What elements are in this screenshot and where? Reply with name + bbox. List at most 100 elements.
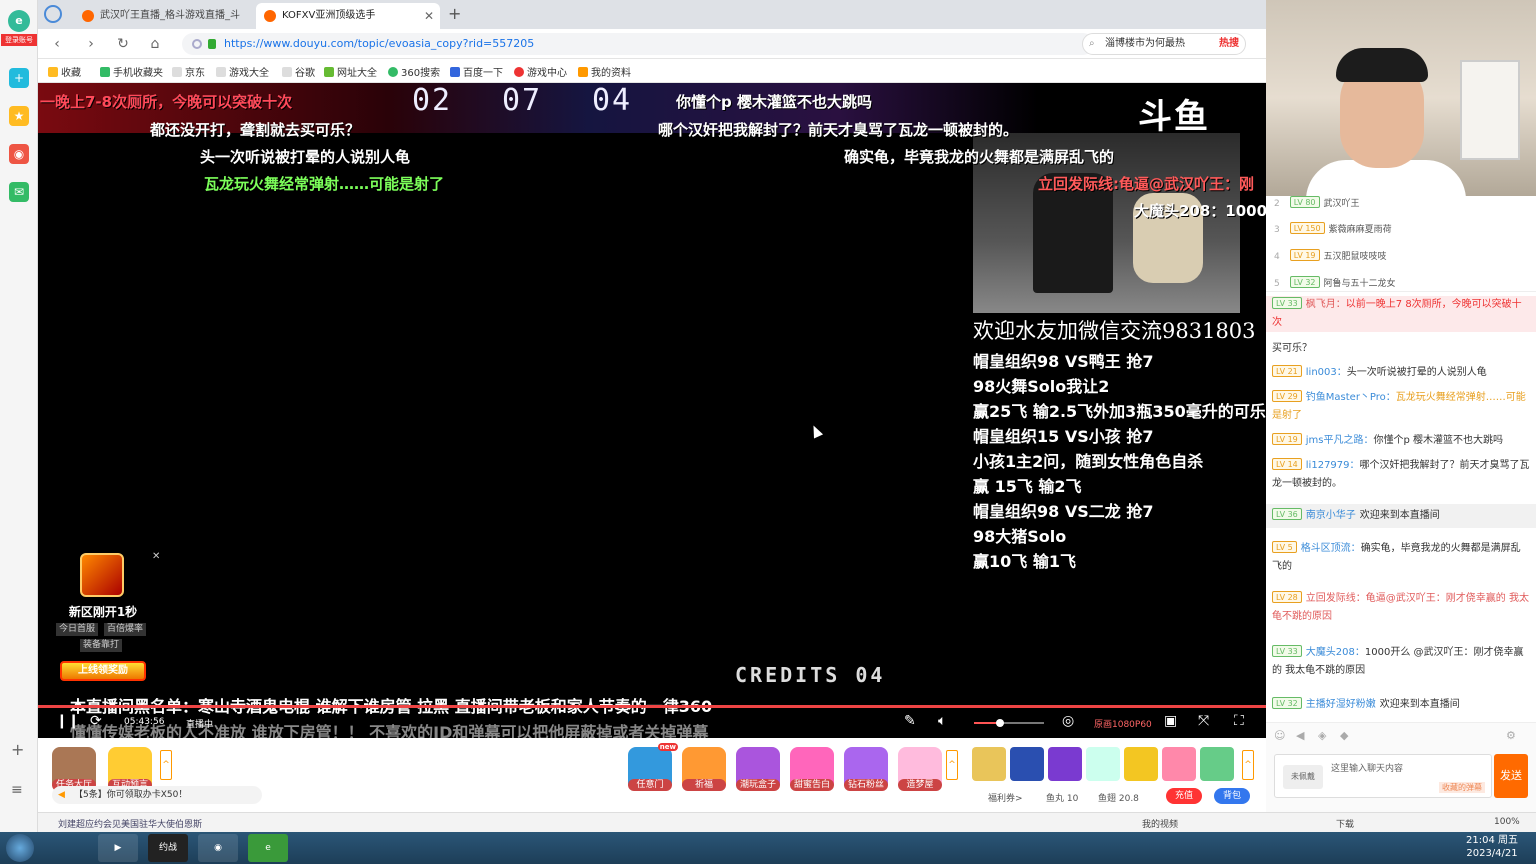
notice-banner[interactable]: ◀ 【5条】你可领取办卡X50！ (52, 786, 262, 804)
gift-item[interactable] (1200, 747, 1234, 781)
home-icon[interactable]: ⌂ (146, 35, 164, 53)
gift-item[interactable] (1124, 747, 1158, 781)
menu-icon[interactable]: ≡ (11, 782, 23, 798)
diamond-fans-button[interactable]: 钻石粉丝 (844, 747, 888, 791)
close-icon[interactable]: ✕ (152, 551, 160, 562)
pause-icon[interactable]: ❙❙ (56, 713, 79, 729)
danmaku-toggle-icon[interactable]: ◎ (1062, 713, 1074, 729)
star-icon[interactable]: ★ (9, 106, 29, 126)
rank-item[interactable]: 2 LV 80 武汉吖王 (1274, 192, 1528, 216)
bookmark-favorites[interactable]: 收藏 (48, 64, 81, 79)
new-tab-button[interactable]: + (448, 4, 461, 23)
toy-box-button[interactable]: 潮玩盒子 (736, 747, 780, 791)
gift-item[interactable] (1010, 747, 1044, 781)
info-line: 欢迎水友加微信交流9831803 (973, 319, 1256, 343)
sweet-confession-button[interactable]: 甜蜜告白 (790, 747, 834, 791)
browser-home-icon[interactable] (44, 5, 62, 23)
bookmark-hao[interactable]: 网址大全 (324, 64, 377, 79)
search-input[interactable]: ⌕ 淄博楼市为何最热 热搜 (1082, 33, 1246, 55)
mail-icon[interactable]: ✉ (9, 182, 29, 202)
emoji-icon[interactable]: ☺ (1274, 729, 1285, 742)
plus-app-icon[interactable]: + (9, 68, 29, 88)
rank-item[interactable]: 3 LV 150 紫薇麻麻夏雨荷 (1274, 218, 1528, 242)
add-icon[interactable]: + (11, 740, 24, 759)
volume-icon[interactable]: 🔈︎ (938, 713, 946, 729)
dream-house-button[interactable]: 造梦屋 (898, 747, 942, 791)
color-icon[interactable]: ◆ (1340, 729, 1348, 742)
bookmark-google[interactable]: 谷歌 (282, 64, 315, 79)
zoom-level[interactable]: 100% (1494, 817, 1520, 827)
start-button[interactable] (6, 834, 34, 862)
download-link[interactable]: 下载 (1336, 817, 1354, 830)
bookmark-mobile[interactable]: 手机收藏夹 (100, 64, 163, 79)
volume-slider[interactable] (974, 719, 1044, 727)
megaphone-icon[interactable]: ◀ (1296, 729, 1304, 742)
info-line: 帽皇组织98 VS二龙 抢7 (973, 502, 1154, 521)
refresh-icon[interactable]: ⟳ (90, 713, 102, 729)
task-hall-button[interactable]: 任务大厅 (52, 747, 96, 791)
prediction-button[interactable]: 互动预言 (108, 747, 152, 791)
fish-wing-count: 鱼翅 20.8 (1098, 794, 1139, 804)
pip-icon[interactable]: ▣ (1164, 713, 1177, 729)
news-ticker[interactable]: 刘建超应约会见美国驻华大使伯恩斯 (58, 817, 202, 830)
tab-wuhan-yawang[interactable]: 武汉吖王直播_格斗游戏直播_斗 (74, 3, 254, 29)
my-video-link[interactable]: 我的视频 (1142, 817, 1178, 830)
bookmark-game-center[interactable]: 游戏中心 (514, 64, 567, 79)
promo-claim-button[interactable]: 上线领奖励 (60, 661, 146, 681)
bookmark-my-data[interactable]: 我的资料 (578, 64, 631, 79)
edit-icon[interactable]: ✎ (904, 713, 916, 729)
chevron-icon[interactable]: ^ (1242, 750, 1254, 780)
video-player[interactable]: 02 07 04 斗鱼 一晚上7-8次厕所，今晚可以突破十次 你懂个p 樱木灌篮… (38, 83, 1266, 738)
bag-button[interactable]: 背包 (1214, 788, 1250, 804)
game-promo[interactable]: ✕ 新区刚开1秒 今日首服 百倍爆率 装备靠打 上线领奖励 (50, 551, 160, 683)
browser-logo-icon[interactable]: e (8, 10, 30, 32)
chevron-icon[interactable]: ^ (160, 750, 172, 780)
score-digit: 02 (412, 83, 453, 118)
chevron-icon[interactable]: ^ (946, 750, 958, 780)
gift-item[interactable] (972, 747, 1006, 781)
login-account-button[interactable]: 登录账号 (1, 34, 37, 46)
promo-title: 新区刚开1秒 (68, 605, 138, 619)
send-button[interactable]: 发送 (1494, 754, 1528, 798)
promo-tag: 装备靠打 (80, 639, 123, 652)
weibo-icon[interactable]: ◉ (9, 144, 29, 164)
forward-icon[interactable]: › (82, 35, 100, 53)
bookmark-games[interactable]: 游戏大全 (216, 64, 269, 79)
promo-tag: 百倍爆率 (104, 623, 147, 636)
rank-item[interactable]: 4 LV 19 五汉肥鼠吱吱吱 (1274, 245, 1528, 269)
saved-danmaku-button[interactable]: 收藏的弹幕 (1439, 782, 1485, 793)
taskbar-media-player[interactable]: ▶ (98, 834, 138, 862)
fish-ball-count: 鱼丸 10 (1046, 794, 1079, 804)
bookmark-jd[interactable]: 京东 (172, 64, 205, 79)
fullscreen-icon[interactable]: ⛶ (1234, 713, 1244, 729)
chat-message: LV 14 li127979：哪个汉奸把我解封了？前天才臭骂了瓦龙一顿被封的。 (1272, 458, 1530, 489)
chat-panel[interactable]: LV 33 枫飞月：以前一晚上7 8次厕所，今晚可以突破十次 买可乐？ LV 21… (1266, 292, 1536, 722)
taskbar-obs[interactable]: ◉ (198, 834, 238, 862)
bookmark-baidu[interactable]: 百度一下 (450, 64, 503, 79)
gift-item[interactable] (1048, 747, 1082, 781)
tab-kofxv[interactable]: KOFXV亚洲顶级选手 ✕ (256, 3, 440, 29)
blessing-button[interactable]: 祈福 (682, 747, 726, 791)
fan-badge-slot[interactable]: 未佩戴 (1283, 765, 1323, 789)
taskbar-yuezhan[interactable]: 约战 (148, 834, 188, 862)
gift-item[interactable] (1086, 747, 1120, 781)
promo-tag: 今日首服 (56, 623, 99, 636)
quality-selector[interactable]: 原画1080P60 (1094, 717, 1152, 730)
system-clock[interactable]: 21:04 周五 2023/4/21 (1466, 834, 1518, 860)
close-icon[interactable]: ✕ (424, 3, 434, 29)
coupon-link[interactable]: 福利券> (988, 791, 1023, 804)
hot-search-label[interactable]: 热搜 (1219, 34, 1239, 54)
chat-input[interactable]: 未佩戴 这里输入聊天内容 收藏的弹幕 (1274, 754, 1492, 798)
recharge-button[interactable]: 充值 (1166, 788, 1202, 804)
portal-button[interactable]: new 任意门 (628, 743, 678, 791)
volume-knob[interactable] (996, 719, 1004, 727)
badge-icon[interactable]: ◈ (1318, 729, 1326, 742)
back-icon[interactable]: ‹ (48, 35, 66, 53)
taskbar-browser[interactable]: e (248, 834, 288, 862)
refresh-icon[interactable]: ↻ (114, 35, 132, 53)
bookmark-360[interactable]: 360搜索 (388, 64, 440, 79)
url-field[interactable]: https://www.douyu.com/topic/evoasia_copy… (182, 33, 1094, 55)
gift-item[interactable] (1162, 747, 1196, 781)
webfullscreen-icon[interactable]: ⤧ (1198, 713, 1209, 729)
settings-icon[interactable]: ⚙ (1506, 729, 1516, 742)
